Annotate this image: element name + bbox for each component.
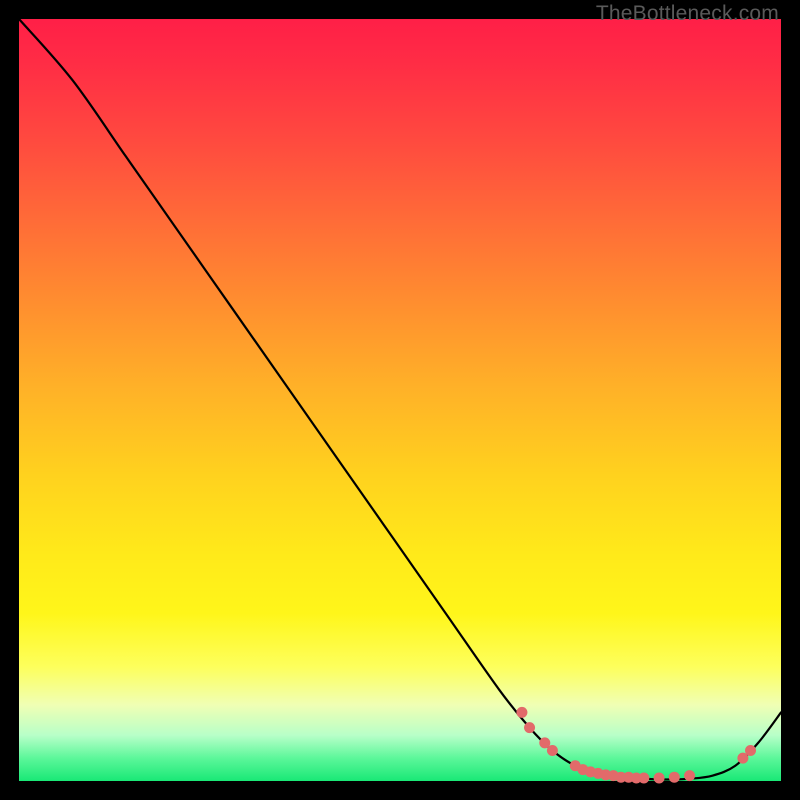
data-marker [524,722,535,733]
marker-group [516,707,756,784]
data-marker [669,772,680,783]
chart-svg [19,19,781,781]
data-marker [654,772,665,783]
data-marker [638,772,649,783]
chart-plot-area [19,19,781,781]
bottleneck-curve [19,19,781,779]
data-marker [684,770,695,781]
data-marker [745,745,756,756]
attribution-text: TheBottleneck.com [596,2,779,26]
data-marker [547,745,558,756]
data-marker [516,707,527,718]
